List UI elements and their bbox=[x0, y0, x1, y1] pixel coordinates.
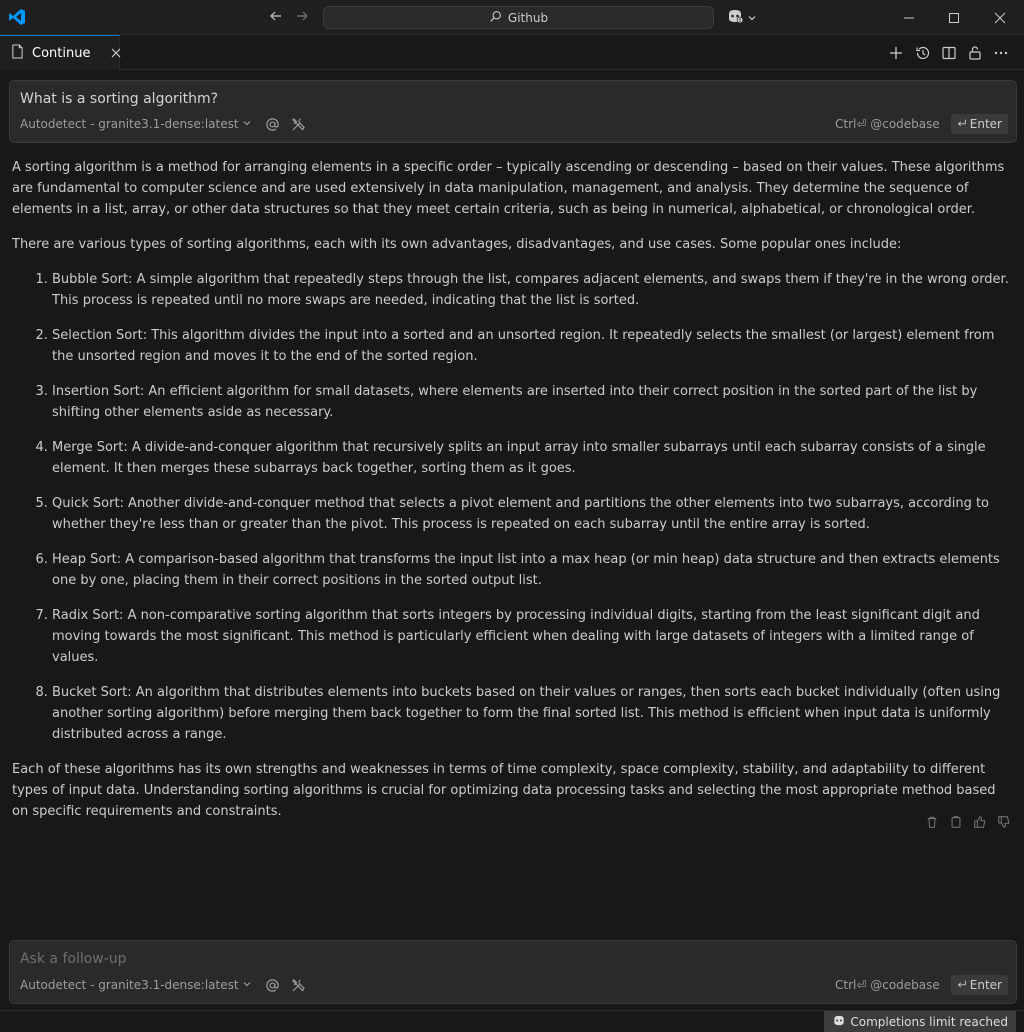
list-item: Bubble Sort: A simple algorithm that rep… bbox=[52, 269, 1014, 311]
title-bar: Github bbox=[0, 0, 1024, 35]
list-item: Merge Sort: A divide-and-conquer algorit… bbox=[52, 437, 1014, 479]
algorithm-list: Bubble Sort: A simple algorithm that rep… bbox=[12, 269, 1014, 745]
model-name: Autodetect - granite3.1-dense:latest bbox=[20, 117, 239, 131]
close-tab-icon[interactable] bbox=[108, 45, 124, 61]
enter-button[interactable]: Enter bbox=[950, 114, 1008, 134]
split-icon[interactable] bbox=[939, 43, 959, 63]
list-item: Heap Sort: A comparison-based algorithm … bbox=[52, 549, 1014, 591]
command-center-search[interactable]: Github bbox=[323, 6, 714, 29]
arrow-right-icon[interactable] bbox=[292, 8, 312, 26]
enter-label: Enter bbox=[969, 978, 1002, 992]
maximize-icon[interactable] bbox=[931, 0, 977, 35]
question-box[interactable]: What is a sorting algorithm? Autodetect … bbox=[9, 80, 1017, 143]
input-toolbar: Autodetect - granite3.1-dense:latest Ctr… bbox=[20, 975, 1008, 995]
vscode-logo-icon bbox=[8, 8, 26, 26]
list-item: Quick Sort: Another divide-and-conquer m… bbox=[52, 493, 1014, 535]
panel-header: Continue bbox=[0, 35, 1024, 70]
response-lead: There are various types of sorting algor… bbox=[12, 237, 902, 252]
tools-icon[interactable] bbox=[291, 977, 307, 993]
thumbs-up-icon[interactable] bbox=[972, 814, 988, 830]
list-item: Radix Sort: A non-comparative sorting al… bbox=[52, 605, 1014, 668]
assistant-response: A sorting algorithm is a method for arra… bbox=[12, 157, 1014, 836]
response-actions bbox=[924, 814, 1012, 830]
more-icon[interactable] bbox=[991, 43, 1011, 63]
copy-icon[interactable] bbox=[948, 814, 964, 830]
follow-up-input[interactable]: Ask a follow-up bbox=[20, 951, 127, 967]
file-icon bbox=[11, 43, 24, 63]
list-item: Bucket Sort: An algorithm that distribut… bbox=[52, 682, 1014, 745]
response-intro: A sorting algorithm is a method for arra… bbox=[12, 160, 1005, 217]
chevron-down-icon bbox=[747, 8, 757, 27]
plus-icon[interactable] bbox=[886, 43, 906, 63]
search-icon bbox=[489, 10, 502, 26]
list-item: Selection Sort: This algorithm divides t… bbox=[52, 325, 1014, 367]
chevron-down-icon bbox=[242, 117, 252, 131]
minimize-icon[interactable] bbox=[886, 0, 932, 35]
at-mention-icon[interactable] bbox=[265, 116, 281, 132]
enter-icon bbox=[957, 978, 967, 992]
chevron-down-icon bbox=[242, 978, 252, 992]
copilot-icon bbox=[832, 1014, 846, 1030]
tab-label: Continue bbox=[32, 45, 91, 61]
search-text: Github bbox=[507, 10, 549, 25]
thumbs-down-icon[interactable] bbox=[996, 814, 1012, 830]
enter-icon bbox=[957, 117, 967, 131]
history-icon[interactable] bbox=[913, 43, 933, 63]
follow-up-box[interactable]: Ask a follow-up Autodetect - granite3.1-… bbox=[9, 940, 1017, 1004]
completions-limit-status[interactable]: Completions limit reached bbox=[824, 1011, 1016, 1032]
codebase-hint: Ctrl⏎ @codebase bbox=[835, 117, 940, 131]
copilot-icon bbox=[726, 8, 744, 28]
model-selector[interactable]: Autodetect - granite3.1-dense:latest bbox=[20, 978, 252, 992]
question-text[interactable]: What is a sorting algorithm? bbox=[20, 91, 218, 107]
list-item: Insertion Sort: An efficient algorithm f… bbox=[52, 381, 1014, 423]
tools-icon[interactable] bbox=[291, 116, 307, 132]
input-toolbar: Autodetect - granite3.1-dense:latest Ctr… bbox=[20, 114, 1008, 134]
copilot-menu[interactable] bbox=[726, 9, 756, 26]
codebase-hint: Ctrl⏎ @codebase bbox=[835, 978, 940, 992]
status-bar: Completions limit reached bbox=[0, 1010, 1024, 1032]
enter-button[interactable]: Enter bbox=[950, 975, 1008, 995]
arrow-left-icon[interactable] bbox=[266, 8, 286, 26]
model-name: Autodetect - granite3.1-dense:latest bbox=[20, 978, 239, 992]
response-conclusion: Each of these algorithms has its own str… bbox=[12, 762, 996, 819]
close-icon[interactable] bbox=[977, 0, 1023, 35]
enter-label: Enter bbox=[969, 117, 1002, 131]
unlock-icon[interactable] bbox=[965, 43, 985, 63]
tab-continue[interactable]: Continue bbox=[0, 35, 121, 70]
limit-text: Completions limit reached bbox=[850, 1014, 1008, 1029]
model-selector[interactable]: Autodetect - granite3.1-dense:latest bbox=[20, 117, 252, 131]
trash-icon[interactable] bbox=[924, 814, 940, 830]
at-mention-icon[interactable] bbox=[265, 977, 281, 993]
